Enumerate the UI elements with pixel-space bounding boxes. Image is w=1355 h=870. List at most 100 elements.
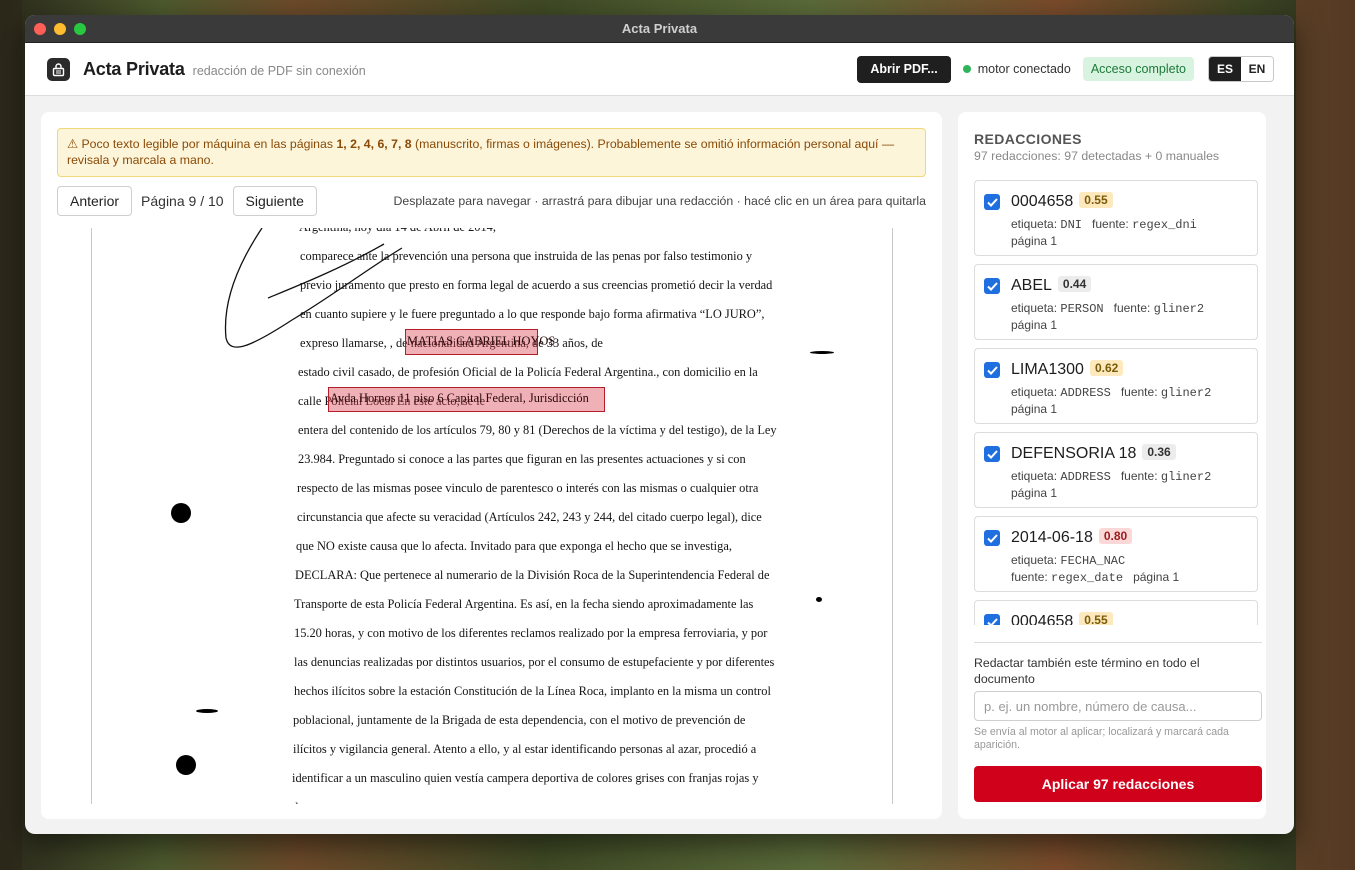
label-value: PERSON [1060, 302, 1104, 316]
language-toggle: ES EN [1208, 56, 1274, 82]
page-ref: página 1 [1011, 402, 1058, 416]
redactions-title: REDACCIONES [974, 131, 1082, 147]
document-text-line: estado civil casado, de profesión Oficia… [298, 365, 758, 379]
ocr-warning-banner: ⚠ Poco texto legible por máquina en las … [57, 128, 926, 177]
source-key: fuente: [1113, 301, 1151, 315]
document-text-line: previo juramento que presto en forma leg… [300, 278, 773, 292]
document-text-line: Transporte de esta Policía Federal Argen… [294, 597, 754, 611]
next-page-button[interactable]: Siguiente [232, 186, 317, 216]
pdf-page-view[interactable]: Argentina, hoy día 14 de Abril de 2014, c… [91, 228, 893, 804]
include-checkbox[interactable] [984, 194, 1000, 210]
redaction-item[interactable]: 0004658 0.55 [974, 600, 1258, 625]
source-key: fuente: [1092, 217, 1129, 231]
label-value: DNI [1060, 218, 1082, 232]
page-ref: página 1 [1011, 234, 1058, 248]
source-key: fuente: [1120, 385, 1158, 399]
redaction-meta: etiqueta: DNI fuente: regex_dni página 1 [1011, 216, 1197, 249]
confidence-badge: 0.55 [1079, 612, 1113, 625]
zoom-window-button[interactable] [74, 23, 86, 35]
confidence-badge: 0.44 [1057, 276, 1092, 292]
redaction-item[interactable]: ABEL 0.44 etiqueta: PERSON fuente: gliner… [974, 264, 1258, 340]
app-header: Acta Privata redacción de PDF sin conexi… [25, 43, 1294, 96]
page-ref: página 1 [1011, 486, 1058, 500]
warning-text: ⚠ Poco texto legible por máquina en las … [67, 137, 337, 151]
source-value: regex_dni [1132, 218, 1197, 232]
source-value: gliner2 [1160, 470, 1212, 484]
document-text-line: circunstancia que afecte su veracidad (A… [297, 510, 762, 524]
label-key: etiqueta: [1011, 217, 1058, 231]
redaction-meta: etiqueta: FECHA_NAC fuente: regex_date pá… [1011, 552, 1179, 586]
previous-page-button[interactable]: Anterior [57, 186, 133, 216]
page-indicator: Página 9 / 10 [141, 193, 224, 209]
redaction-item[interactable]: 2014-06-18 0.80 etiqueta: FECHA_NAC fuente… [974, 516, 1258, 592]
page-ref: página 1 [1133, 570, 1180, 584]
document-text-line: comparece ante la prevención una persona… [300, 249, 753, 263]
document-text-line: DECLARA: Que pertenece al numerario de l… [295, 568, 770, 582]
lang-en-button[interactable]: EN [1241, 57, 1273, 81]
redaction-value: ABEL [1011, 277, 1052, 294]
include-checkbox[interactable] [984, 446, 1000, 462]
window-controls [34, 23, 86, 35]
redaction-value: LIMA1300 [1011, 361, 1084, 378]
redaction-box[interactable]: Avda Hornos 11 piso 6 Capital Federal, J… [328, 387, 605, 412]
confidence-badge: 0.55 [1079, 192, 1113, 208]
document-text-line: Argentina, hoy día 14 de Abril de 2014, [299, 228, 799, 235]
redaction-value-row: ABEL 0.44 [1011, 276, 1092, 295]
page-navigation: Anterior Página 9 / 10 Siguiente Desplaz… [57, 186, 926, 216]
label-value: ADDRESS [1060, 470, 1111, 484]
redaction-value: 0004658 [1011, 613, 1074, 625]
label-value: ADDRESS [1060, 386, 1111, 400]
minimize-window-button[interactable] [54, 23, 66, 35]
ink-mark [816, 597, 822, 602]
redactions-list[interactable]: 0004658 0.55 etiqueta: DNI fuente: regex_… [974, 180, 1258, 625]
lock-icon [47, 57, 70, 81]
open-pdf-button[interactable]: Abrir PDF... [857, 55, 951, 83]
document-text-line: 23.984. Preguntado si conoce a las parte… [298, 452, 746, 466]
redaction-value-row: 0004658 0.55 [1011, 612, 1113, 625]
confidence-badge: 0.80 [1098, 528, 1133, 544]
include-checkbox[interactable] [984, 614, 1000, 625]
document-text-line: hechos ilícitos sobre la estación Consti… [294, 684, 771, 698]
redaction-value: DEFENSORIA 18 [1011, 445, 1137, 462]
close-window-button[interactable] [34, 23, 46, 35]
source-key: fuente: [1120, 469, 1158, 483]
label-key: etiqueta: [1011, 553, 1058, 567]
redaction-item[interactable]: 0004658 0.55 etiqueta: DNI fuente: regex_… [974, 180, 1258, 256]
ink-blot [171, 503, 191, 523]
apply-redactions-button[interactable]: Aplicar 97 redacciones [974, 766, 1262, 802]
label-key: etiqueta: [1011, 469, 1058, 483]
viewer-hint: Desplazate para navegar · arrastrá para … [393, 194, 927, 208]
page-ref: página 1 [1011, 318, 1058, 332]
redaction-value: 0004658 [1011, 193, 1074, 210]
redaction-meta: etiqueta: ADDRESS fuente: gliner2 página … [1011, 468, 1211, 501]
document-text-line: poblacional, juntamente de la Brigada de… [293, 713, 746, 727]
ink-mark [810, 351, 834, 354]
confidence-badge: 0.62 [1089, 360, 1124, 376]
document-text-line: identificar a un masculino quien vestía … [292, 771, 759, 785]
include-checkbox[interactable] [984, 278, 1000, 294]
redactions-panel: REDACCIONES 97 redacciones: 97 detectada… [958, 112, 1266, 819]
extra-term-input[interactable] [974, 691, 1262, 721]
document-text-line: en cuanto supiere y le fuere preguntado … [300, 307, 765, 321]
source-value: regex_date [1051, 571, 1124, 585]
document-text-line: las denuncias realizadas por distintos u… [294, 655, 775, 669]
lang-es-button[interactable]: ES [1209, 57, 1241, 81]
label-key: etiqueta: [1011, 385, 1058, 399]
redaction-value-row: 0004658 0.55 [1011, 192, 1113, 211]
title-bar: Acta Privata [25, 15, 1294, 43]
ink-blot [176, 755, 196, 775]
extra-term-helper: Se envía al motor al aplicar; localizará… [974, 726, 1229, 751]
include-checkbox[interactable] [984, 362, 1000, 378]
redaction-meta: etiqueta: PERSON fuente: gliner2 página 1 [1011, 300, 1204, 333]
app-name: Acta Privata [83, 58, 185, 79]
confidence-badge: 0.36 [1142, 444, 1176, 460]
redaction-item[interactable]: LIMA1300 0.62 etiqueta: ADDRESS fuente: g… [974, 348, 1258, 424]
redaction-box[interactable]: MATIAS GABRIEL HOYOS [405, 329, 555, 355]
warning-pages: 1, 2, 4, 6, 7, 8 [336, 137, 412, 151]
document-text-line: entera del contenido de los artículos 79… [298, 423, 777, 437]
include-checkbox[interactable] [984, 530, 1000, 546]
divider [974, 642, 1262, 643]
engine-status-dot [962, 65, 971, 73]
label-value: FECHA_NAC [1060, 554, 1126, 568]
redaction-item[interactable]: DEFENSORIA 18 0.36 etiqueta: ADDRESS fuen… [974, 432, 1258, 508]
